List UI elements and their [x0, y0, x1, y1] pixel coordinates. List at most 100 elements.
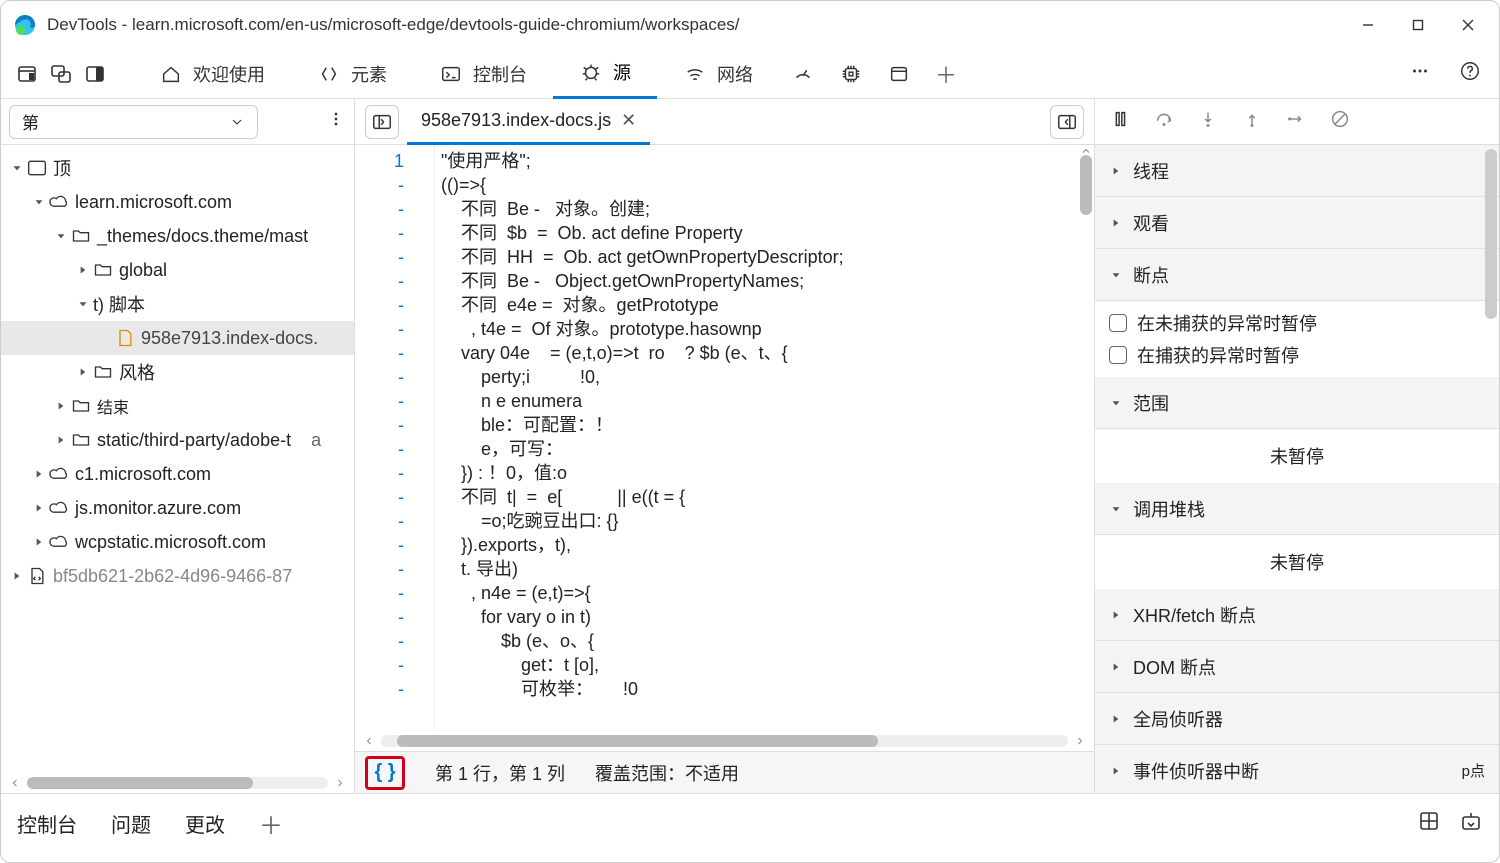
drawer-tab-changes[interactable]: 更改	[185, 809, 225, 838]
tree-folder-scripts[interactable]: t) 脚本	[1, 287, 354, 321]
tab-application[interactable]	[875, 49, 923, 99]
plus-icon: ＋	[935, 58, 957, 90]
callstack-body: 未暂停	[1095, 535, 1499, 589]
tree-snippet[interactable]: bf5db621-2b62-4d96-9466-87	[1, 559, 354, 593]
tree-file-selected[interactable]: 958e7913.index-docs.	[1, 321, 354, 355]
chevron-down-icon	[229, 114, 245, 130]
debugger-pane: 线程 观看 断点 在未捕获的异常时暂停 在捕获的异常时暂停 范围 未暂停 调用堆…	[1095, 99, 1499, 793]
scrollbar-thumb[interactable]	[1080, 155, 1092, 215]
drawer-add-button[interactable]: ＋	[259, 806, 283, 841]
collapse-drawer-icon[interactable]	[1459, 809, 1483, 839]
section-xhr[interactable]: XHR/fetch 断点	[1095, 589, 1499, 641]
code-area[interactable]: "使用严格";(()=>{ 不同 Be - 对象。创建; 不同 $b = Ob.…	[435, 145, 1078, 731]
section-threads[interactable]: 线程	[1095, 145, 1499, 197]
pause-caught-checkbox[interactable]: 在捕获的异常时暂停	[1109, 339, 1485, 371]
file-icon	[115, 328, 135, 348]
section-dom[interactable]: DOM 断点	[1095, 641, 1499, 693]
debugger-v-scrollbar[interactable]	[1485, 145, 1497, 793]
tree-folder-end[interactable]: 结束	[1, 389, 354, 423]
tab-network[interactable]: 网络	[657, 49, 779, 99]
navigator-pane: 第 顶 learn.microsoft.com _themes/docs.the…	[1, 99, 355, 793]
folder-icon	[71, 396, 91, 416]
cloud-icon	[49, 498, 69, 518]
close-icon[interactable]: ✕	[621, 110, 636, 131]
tree-folder-styles[interactable]: 风格	[1, 355, 354, 389]
section-breakpoints[interactable]: 断点	[1095, 249, 1499, 301]
home-icon	[159, 62, 183, 86]
file-tab[interactable]: 958e7913.index-docs.js ✕	[407, 99, 650, 145]
close-button[interactable]	[1445, 9, 1491, 41]
coverage-status: 覆盖范围：不适用	[595, 760, 739, 786]
toggle-debugger-button[interactable]	[1050, 105, 1084, 139]
expand-drawer-icon[interactable]	[1417, 809, 1441, 839]
snippet-icon	[27, 566, 47, 586]
tree-domain-c1[interactable]: c1.microsoft.com	[1, 457, 354, 491]
tree-domain-wcp[interactable]: wcpstatic.microsoft.com	[1, 525, 354, 559]
deactivate-breakpoints-button[interactable]	[1329, 108, 1351, 135]
editor-h-scrollbar[interactable]	[355, 731, 1094, 751]
navigator-dropdown[interactable]: 第	[9, 105, 258, 139]
checkbox-icon	[1109, 314, 1127, 332]
more-vertical-icon[interactable]	[326, 109, 346, 134]
app-icon	[887, 62, 911, 86]
step-into-button[interactable]	[1197, 108, 1219, 135]
tab-sources[interactable]: 源	[553, 49, 657, 99]
maximize-button[interactable]	[1395, 9, 1441, 41]
help-icon[interactable]	[1459, 60, 1481, 87]
tab-memory[interactable]	[827, 49, 875, 99]
more-icon[interactable]	[1409, 60, 1431, 87]
tree-folder-themes[interactable]: _themes/docs.theme/mast	[1, 219, 354, 253]
section-event-listeners[interactable]: 事件侦听器中断p点	[1095, 745, 1499, 793]
step-button[interactable]	[1285, 108, 1307, 135]
scroll-left-icon	[363, 735, 375, 747]
tree-top[interactable]: 顶	[1, 151, 354, 185]
device-toggle-icon[interactable]	[47, 60, 75, 88]
pretty-print-button[interactable]: { }	[365, 756, 405, 790]
tab-welcome[interactable]: 欢迎使用	[133, 49, 291, 99]
tab-label: 欢迎使用	[193, 61, 265, 87]
tab-label: 元素	[351, 61, 387, 87]
scrollbar-thumb[interactable]	[397, 735, 878, 747]
section-watch[interactable]: 观看	[1095, 197, 1499, 249]
folder-icon	[71, 430, 91, 450]
step-over-button[interactable]	[1153, 108, 1175, 135]
dock-side-icon[interactable]	[81, 60, 109, 88]
minimize-button[interactable]	[1345, 9, 1391, 41]
tree-folder-global[interactable]: global	[1, 253, 354, 287]
tree-domain-learn[interactable]: learn.microsoft.com	[1, 185, 354, 219]
cloud-icon	[49, 464, 69, 484]
more-tabs-button[interactable]: ＋	[923, 49, 969, 99]
file-tree: 顶 learn.microsoft.com _themes/docs.theme…	[1, 145, 354, 773]
tab-label: 控制台	[473, 61, 527, 87]
line-gutter: 1----------------------	[355, 145, 435, 731]
chip-icon	[839, 62, 863, 86]
nav-h-scrollbar[interactable]	[1, 773, 354, 793]
step-out-button[interactable]	[1241, 108, 1263, 135]
editor-statusbar: { } 第 1 行，第 1 列 覆盖范围：不适用	[355, 751, 1094, 793]
panel-tabs: 欢迎使用 元素 控制台 源 网络 ＋	[1, 49, 1499, 99]
tree-folder-static[interactable]: static/third-party/adobe-ta	[1, 423, 354, 457]
tab-elements[interactable]: 元素	[291, 49, 413, 99]
section-callstack[interactable]: 调用堆栈	[1095, 483, 1499, 535]
drawer-tab-issues[interactable]: 问题	[111, 809, 151, 838]
pause-uncaught-checkbox[interactable]: 在未捕获的异常时暂停	[1109, 307, 1485, 339]
cloud-icon	[49, 532, 69, 552]
scrollbar-thumb[interactable]	[27, 777, 253, 789]
toggle-navigator-button[interactable]	[365, 105, 399, 139]
tab-performance[interactable]	[779, 49, 827, 99]
scroll-right-icon	[1074, 735, 1086, 747]
wifi-icon	[683, 62, 707, 86]
folder-icon	[71, 226, 91, 246]
tree-domain-jsmon[interactable]: js.monitor.azure.com	[1, 491, 354, 525]
inspect-icon[interactable]	[13, 60, 41, 88]
tab-console[interactable]: 控制台	[413, 49, 553, 99]
section-scope[interactable]: 范围	[1095, 377, 1499, 429]
folder-icon	[93, 260, 113, 280]
scrollbar-thumb[interactable]	[1485, 149, 1497, 319]
drawer-tab-console[interactable]: 控制台	[17, 809, 77, 838]
pause-button[interactable]	[1109, 108, 1131, 135]
scroll-left-icon	[9, 777, 21, 789]
section-global-listeners[interactable]: 全局侦听器	[1095, 693, 1499, 745]
editor-v-scrollbar[interactable]	[1078, 145, 1094, 731]
titlebar: DevTools - learn.microsoft.com/en-us/mic…	[1, 1, 1499, 49]
